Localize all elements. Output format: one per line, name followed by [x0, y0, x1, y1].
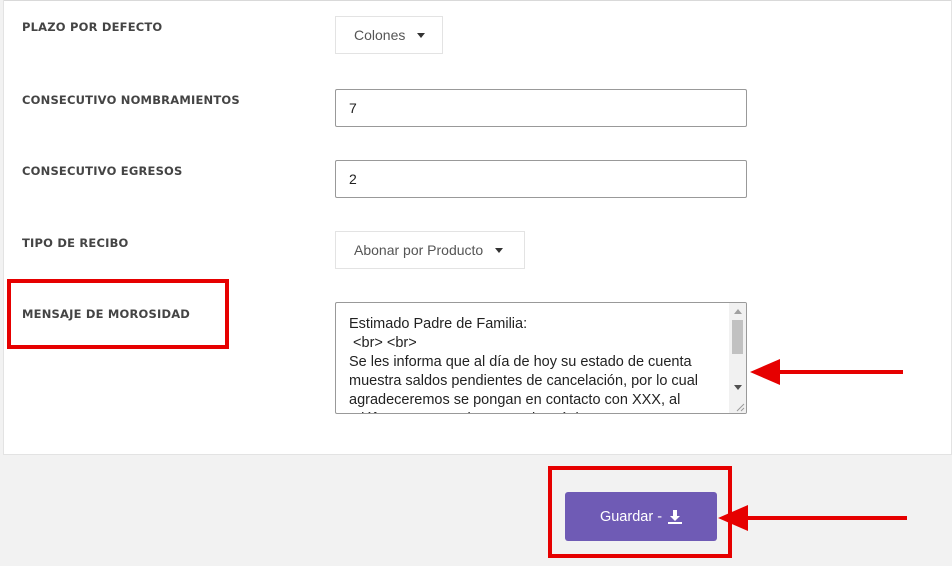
- scroll-down-arrow-icon[interactable]: [729, 379, 746, 396]
- tipo-recibo-dropdown-value: Abonar por Producto: [354, 242, 484, 258]
- nombramientos-label: CONSECUTIVO NOMBRAMIENTOS: [22, 93, 240, 107]
- scroll-up-arrow-icon[interactable]: [729, 303, 746, 320]
- tipo-recibo-dropdown[interactable]: Abonar por Producto: [335, 231, 525, 269]
- resize-grip-icon[interactable]: [735, 402, 745, 412]
- chevron-down-icon: [495, 247, 504, 253]
- morosidad-text: Estimado Padre de Familia: <br> <br> Se …: [349, 316, 699, 413]
- plazo-dropdown-value: Colones: [354, 27, 406, 43]
- save-button-label: Guardar -: [599, 508, 663, 525]
- plazo-label: PLAZO POR DEFECTO: [22, 20, 163, 34]
- panel-top-border: [4, 0, 951, 1]
- download-icon: [668, 509, 683, 524]
- nombramientos-value: 7: [349, 100, 357, 116]
- annotation-arrow-icon: [718, 505, 907, 531]
- morosidad-textarea[interactable]: Estimado Padre de Familia: <br> <br> Se …: [335, 302, 747, 414]
- save-button[interactable]: Guardar -: [565, 492, 717, 541]
- egresos-input[interactable]: 2: [335, 160, 747, 198]
- textarea-scrollbar[interactable]: [729, 303, 746, 413]
- scroll-thumb[interactable]: [732, 320, 743, 354]
- tipo-recibo-label: TIPO DE RECIBO: [22, 236, 129, 250]
- egresos-value: 2: [349, 171, 357, 187]
- egresos-label: CONSECUTIVO EGRESOS: [22, 164, 183, 178]
- nombramientos-input[interactable]: 7: [335, 89, 747, 127]
- plazo-dropdown[interactable]: Colones: [335, 16, 443, 54]
- chevron-down-icon: [417, 32, 426, 38]
- morosidad-label: MENSAJE DE MOROSIDAD: [22, 307, 191, 321]
